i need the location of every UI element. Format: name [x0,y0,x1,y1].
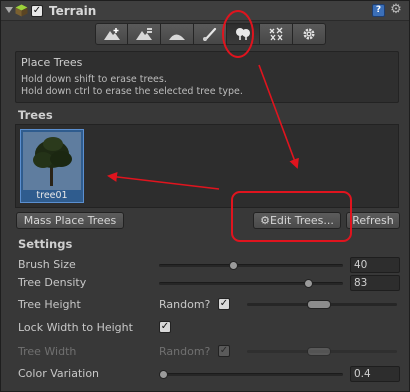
tool-paint-texture[interactable] [194,23,227,45]
refresh-button[interactable]: Refresh [346,212,400,229]
tree-width-label: Tree Width [18,345,77,358]
component-settings-gear-icon[interactable]: ⚙ [389,3,403,17]
edit-trees-gear-icon: ⚙ [260,214,270,227]
smooth-height-icon [169,34,185,40]
tool-paint-height[interactable] [128,23,161,45]
tree-palette: tree01 [15,124,399,208]
tool-help-box: Place Trees Hold down shift to erase tre… [15,51,399,103]
tree-thumbnail [23,132,81,190]
help-icon[interactable]: ? [372,4,385,17]
help-text-shift: Hold down shift to erase trees. [21,74,167,85]
tool-place-trees[interactable] [227,23,260,45]
tree-width-random-checkbox: ✓ [218,345,230,357]
paint-details-icon [269,27,283,41]
terrain-cube-icon [15,4,28,17]
brush-size-slider-thumb[interactable] [229,261,238,270]
tree-prototype-item[interactable]: tree01 [20,129,84,203]
color-variation-slider[interactable] [159,370,343,379]
terrain-inspector: ✓ Terrain ? ⚙ Place Trees Hold down shif… [0,0,410,392]
brush-size-label: Brush Size [18,258,76,271]
tree-height-random-label: Random? [159,298,211,311]
trees-heading: Trees [18,108,53,122]
tree-height-random-checkbox[interactable]: ✓ [218,298,230,310]
tree-density-slider-thumb[interactable] [304,279,313,288]
settings-heading: Settings [18,237,73,251]
tree-preview-image [23,132,81,190]
tool-smooth-height[interactable] [161,23,194,45]
terrain-tool-toolbar [95,23,326,47]
place-trees-icon [236,28,250,40]
tool-paint-details[interactable] [260,23,293,45]
brush-size-field[interactable]: 40 [350,257,400,273]
component-enabled-checkbox[interactable]: ✓ [31,5,43,17]
tool-terrain-settings[interactable] [293,23,326,45]
component-header[interactable]: ✓ Terrain ? ⚙ [1,1,409,21]
mass-place-trees-button[interactable]: Mass Place Trees [16,212,124,229]
brush-size-slider[interactable] [159,261,343,270]
color-variation-slider-thumb[interactable] [159,370,168,379]
tree-width-random-label: Random? [159,345,211,358]
tree-density-slider[interactable] [159,279,343,288]
tool-raise-lower[interactable] [95,23,128,45]
color-variation-field[interactable]: 0.4 [350,366,400,382]
edit-trees-label: Edit Trees... [269,214,334,227]
tree-height-label: Tree Height [18,298,81,311]
help-text-ctrl: Hold down ctrl to erase the selected tre… [21,86,243,97]
raise-terrain-icon [103,28,120,40]
lock-width-checkbox[interactable]: ✓ [159,321,171,333]
gear-icon [303,28,315,40]
lock-width-label: Lock Width to Height [18,321,133,334]
help-title: Place Trees [21,56,83,69]
tree-density-field[interactable]: 83 [350,275,400,291]
tree-prototype-label: tree01 [36,190,68,201]
edit-trees-button[interactable]: ⚙Edit Trees... [253,212,341,229]
tree-width-range-handle [307,347,331,356]
tree-height-range-handle[interactable] [307,300,331,309]
tree-density-label: Tree Density [18,276,87,289]
foldout-arrow-icon[interactable] [5,7,13,13]
paint-texture-icon [203,27,217,41]
component-title: Terrain [49,4,97,18]
paint-height-icon [136,28,152,40]
color-variation-label: Color Variation [18,367,100,380]
